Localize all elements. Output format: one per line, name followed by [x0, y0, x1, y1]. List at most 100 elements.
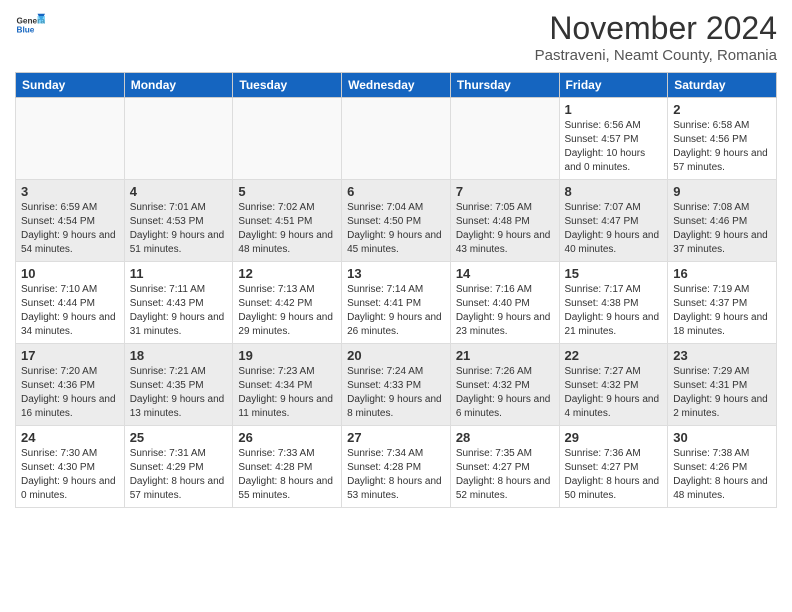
day-info: Sunrise: 7:13 AM Sunset: 4:42 PM Dayligh…: [238, 283, 336, 339]
day-number: 19: [238, 348, 336, 363]
title-section: November 2024 Pastraveni, Neamt County, …: [535, 10, 777, 64]
calendar-cell: [16, 98, 125, 180]
calendar-cell: 4 Sunrise: 7:01 AM Sunset: 4:53 PM Daylig…: [124, 180, 233, 262]
calendar-cell: 6Sunrise: 7:04 AM Sunset: 4:50 PM Daylig…: [342, 180, 451, 262]
calendar-cell: 29 Sunrise: 7:36 AM Sunset: 4:27 PM Dayli…: [559, 426, 668, 508]
day-number: 4: [130, 184, 228, 199]
day-number: 27: [347, 430, 445, 445]
day-number: 15: [565, 266, 663, 281]
svg-text:Blue: Blue: [17, 26, 35, 35]
calendar-cell: 23Sunrise: 7:29 AM Sunset: 4:31 PM Dayli…: [668, 344, 777, 426]
day-number: 26: [238, 430, 336, 445]
calendar-header: Sunday Monday Tuesday Wednesday Thursday…: [16, 73, 777, 98]
day-number: 3: [21, 184, 119, 199]
calendar-cell: 22 Sunrise: 7:27 AM Sunset: 4:32 PM Dayli…: [559, 344, 668, 426]
day-info: Sunrise: 7:27 AM Sunset: 4:32 PM Dayligh…: [565, 365, 663, 421]
day-number: 17: [21, 348, 119, 363]
calendar-cell: 3 Sunrise: 6:59 AM Sunset: 4:54 PM Daylig…: [16, 180, 125, 262]
month-title: November 2024: [535, 10, 777, 47]
day-info: Sunrise: 7:07 AM Sunset: 4:47 PM Dayligh…: [565, 201, 663, 257]
col-wednesday: Wednesday: [342, 73, 451, 98]
calendar-cell: [342, 98, 451, 180]
day-info: Sunrise: 7:31 AM Sunset: 4:29 PM Dayligh…: [130, 447, 228, 503]
day-info: Sunrise: 7:05 AM Sunset: 4:48 PM Dayligh…: [456, 201, 554, 257]
calendar-cell: 19Sunrise: 7:23 AM Sunset: 4:34 PM Dayli…: [233, 344, 342, 426]
calendar-cell: 26 Sunrise: 7:33 AM Sunset: 4:28 PM Dayli…: [233, 426, 342, 508]
day-info: Sunrise: 7:26 AM Sunset: 4:32 PM Dayligh…: [456, 365, 554, 421]
calendar-cell: 9 Sunrise: 7:08 AM Sunset: 4:46 PM Daylig…: [668, 180, 777, 262]
day-info: Sunrise: 7:10 AM Sunset: 4:44 PM Dayligh…: [21, 283, 119, 339]
day-info: Sunrise: 7:16 AM Sunset: 4:40 PM Dayligh…: [456, 283, 554, 339]
calendar-cell: 15 Sunrise: 7:17 AM Sunset: 4:38 PM Dayli…: [559, 262, 668, 344]
calendar-cell: 28 Sunrise: 7:35 AM Sunset: 4:27 PM Dayli…: [450, 426, 559, 508]
calendar-cell: [233, 98, 342, 180]
day-number: 29: [565, 430, 663, 445]
day-number: 12: [238, 266, 336, 281]
col-monday: Monday: [124, 73, 233, 98]
calendar-cell: 8 Sunrise: 7:07 AM Sunset: 4:47 PM Daylig…: [559, 180, 668, 262]
day-info: Sunrise: 7:24 AM Sunset: 4:33 PM Dayligh…: [347, 365, 445, 421]
calendar-cell: 11 Sunrise: 7:11 AM Sunset: 4:43 PM Dayli…: [124, 262, 233, 344]
calendar-cell: 18Sunrise: 7:21 AM Sunset: 4:35 PM Dayli…: [124, 344, 233, 426]
calendar-cell: 20Sunrise: 7:24 AM Sunset: 4:33 PM Dayli…: [342, 344, 451, 426]
day-info: Sunrise: 7:33 AM Sunset: 4:28 PM Dayligh…: [238, 447, 336, 503]
calendar-cell: 10 Sunrise: 7:10 AM Sunset: 4:44 PM Dayli…: [16, 262, 125, 344]
day-number: 13: [347, 266, 445, 281]
calendar-cell: 30Sunrise: 7:38 AM Sunset: 4:26 PM Dayli…: [668, 426, 777, 508]
day-info: Sunrise: 6:59 AM Sunset: 4:54 PM Dayligh…: [21, 201, 119, 257]
day-number: 14: [456, 266, 554, 281]
location: Pastraveni, Neamt County, Romania: [535, 47, 777, 64]
day-number: 10: [21, 266, 119, 281]
calendar-week-2: 3 Sunrise: 6:59 AM Sunset: 4:54 PM Daylig…: [16, 180, 777, 262]
day-info: Sunrise: 6:56 AM Sunset: 4:57 PM Dayligh…: [565, 119, 663, 175]
header-row: Sunday Monday Tuesday Wednesday Thursday…: [16, 73, 777, 98]
day-info: Sunrise: 7:17 AM Sunset: 4:38 PM Dayligh…: [565, 283, 663, 339]
logo: General Blue: [15, 10, 45, 40]
day-number: 11: [130, 266, 228, 281]
calendar-cell: 1 Sunrise: 6:56 AM Sunset: 4:57 PM Daylig…: [559, 98, 668, 180]
calendar-week-1: 1 Sunrise: 6:56 AM Sunset: 4:57 PM Daylig…: [16, 98, 777, 180]
day-number: 2: [673, 102, 771, 117]
day-number: 8: [565, 184, 663, 199]
day-number: 22: [565, 348, 663, 363]
calendar-cell: 16Sunrise: 7:19 AM Sunset: 4:37 PM Dayli…: [668, 262, 777, 344]
calendar-table: Sunday Monday Tuesday Wednesday Thursday…: [15, 72, 777, 508]
day-number: 16: [673, 266, 771, 281]
calendar-cell: 12 Sunrise: 7:13 AM Sunset: 4:42 PM Dayli…: [233, 262, 342, 344]
day-number: 9: [673, 184, 771, 199]
calendar-cell: 7 Sunrise: 7:05 AM Sunset: 4:48 PM Daylig…: [450, 180, 559, 262]
day-info: Sunrise: 7:01 AM Sunset: 4:53 PM Dayligh…: [130, 201, 228, 257]
col-tuesday: Tuesday: [233, 73, 342, 98]
day-number: 21: [456, 348, 554, 363]
page-header: General Blue November 2024 Pastraveni, N…: [15, 10, 777, 64]
calendar-week-4: 17 Sunrise: 7:20 AM Sunset: 4:36 PM Dayli…: [16, 344, 777, 426]
col-saturday: Saturday: [668, 73, 777, 98]
calendar-cell: 5 Sunrise: 7:02 AM Sunset: 4:51 PM Daylig…: [233, 180, 342, 262]
day-info: Sunrise: 7:08 AM Sunset: 4:46 PM Dayligh…: [673, 201, 771, 257]
day-info: Sunrise: 7:11 AM Sunset: 4:43 PM Dayligh…: [130, 283, 228, 339]
day-number: 7: [456, 184, 554, 199]
day-number: 24: [21, 430, 119, 445]
logo-icon: General Blue: [15, 10, 45, 40]
day-number: 5: [238, 184, 336, 199]
day-info: Sunrise: 6:58 AM Sunset: 4:56 PM Dayligh…: [673, 119, 771, 175]
day-info: Sunrise: 7:20 AM Sunset: 4:36 PM Dayligh…: [21, 365, 119, 421]
day-number: 1: [565, 102, 663, 117]
calendar-cell: 27Sunrise: 7:34 AM Sunset: 4:28 PM Dayli…: [342, 426, 451, 508]
calendar-week-5: 24 Sunrise: 7:30 AM Sunset: 4:30 PM Dayli…: [16, 426, 777, 508]
calendar-body: 1 Sunrise: 6:56 AM Sunset: 4:57 PM Daylig…: [16, 98, 777, 508]
calendar-cell: 24 Sunrise: 7:30 AM Sunset: 4:30 PM Dayli…: [16, 426, 125, 508]
col-friday: Friday: [559, 73, 668, 98]
day-info: Sunrise: 7:04 AM Sunset: 4:50 PM Dayligh…: [347, 201, 445, 257]
calendar-cell: 14 Sunrise: 7:16 AM Sunset: 4:40 PM Dayli…: [450, 262, 559, 344]
page-container: General Blue November 2024 Pastraveni, N…: [0, 0, 792, 518]
day-info: Sunrise: 7:30 AM Sunset: 4:30 PM Dayligh…: [21, 447, 119, 503]
day-number: 18: [130, 348, 228, 363]
day-number: 25: [130, 430, 228, 445]
day-info: Sunrise: 7:35 AM Sunset: 4:27 PM Dayligh…: [456, 447, 554, 503]
day-number: 30: [673, 430, 771, 445]
day-number: 28: [456, 430, 554, 445]
day-info: Sunrise: 7:02 AM Sunset: 4:51 PM Dayligh…: [238, 201, 336, 257]
day-info: Sunrise: 7:36 AM Sunset: 4:27 PM Dayligh…: [565, 447, 663, 503]
calendar-cell: 17 Sunrise: 7:20 AM Sunset: 4:36 PM Dayli…: [16, 344, 125, 426]
